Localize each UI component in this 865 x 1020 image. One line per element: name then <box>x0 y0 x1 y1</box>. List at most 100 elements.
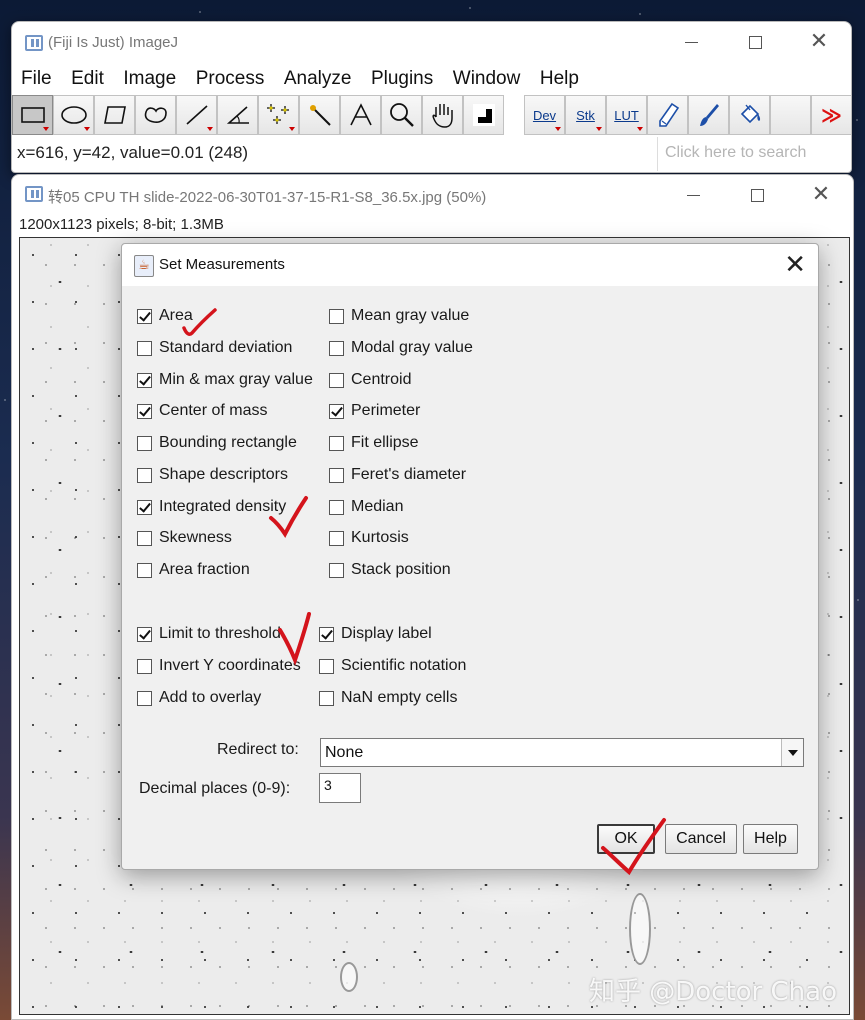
checkbox-min-max-gray[interactable]: Min & max gray value <box>137 370 313 390</box>
search-field[interactable]: Click here to search <box>657 137 851 171</box>
checkbox-box[interactable] <box>137 308 152 324</box>
menu-analyze[interactable]: Analyze <box>284 68 352 90</box>
straight-line-tool[interactable] <box>176 95 217 135</box>
checkbox-median[interactable]: Median <box>329 497 403 517</box>
checkbox-shape-descriptors[interactable]: Shape descriptors <box>137 465 288 485</box>
checkbox-centroid[interactable]: Centroid <box>329 370 411 390</box>
checkbox-box[interactable] <box>329 435 344 451</box>
menu-file[interactable]: File <box>21 68 52 90</box>
checkbox-box[interactable] <box>319 626 334 642</box>
menu-process[interactable]: Process <box>196 68 265 90</box>
set-measurements-dialog: ☕ Set Measurements ✕ Area Standard devia… <box>121 243 819 870</box>
pencil-tool[interactable] <box>647 95 688 135</box>
cancel-button[interactable]: Cancel <box>665 824 737 854</box>
checkbox-limit-to-threshold[interactable]: Limit to threshold <box>137 624 281 644</box>
ok-button[interactable]: OK <box>597 824 655 854</box>
menu-window[interactable]: Window <box>453 68 521 90</box>
minimize-icon <box>686 194 700 196</box>
checkbox-skewness[interactable]: Skewness <box>137 528 232 548</box>
checkbox-box[interactable] <box>137 658 152 674</box>
angle-tool[interactable] <box>217 95 258 135</box>
stk-menu-tool[interactable]: Stk <box>565 95 606 135</box>
checkbox-stack-position[interactable]: Stack position <box>329 560 451 580</box>
checkbox-box[interactable] <box>329 372 344 388</box>
checkbox-area-fraction[interactable]: Area fraction <box>137 560 250 580</box>
maximize-button[interactable] <box>725 175 789 215</box>
checkbox-box[interactable] <box>137 626 152 642</box>
oval-tool[interactable] <box>53 95 94 135</box>
checkbox-center-of-mass[interactable]: Center of mass <box>137 401 267 421</box>
lut-menu-tool[interactable]: LUT <box>606 95 647 135</box>
checkbox-box[interactable] <box>319 658 334 674</box>
minimize-button[interactable] <box>659 22 723 62</box>
checkbox-box[interactable] <box>137 435 152 451</box>
checkbox-box[interactable] <box>137 372 152 388</box>
checkbox-nan-empty-cells[interactable]: NaN empty cells <box>319 688 457 708</box>
checkbox-box[interactable] <box>137 562 152 578</box>
wand-tool[interactable] <box>299 95 340 135</box>
dialog-title-bar[interactable]: ☕ Set Measurements ✕ <box>122 244 818 286</box>
checkbox-kurtosis[interactable]: Kurtosis <box>329 528 409 548</box>
checkbox-area[interactable]: Area <box>137 306 193 326</box>
checkbox-bounding-rectangle[interactable]: Bounding rectangle <box>137 433 297 453</box>
magnifier-tool[interactable] <box>381 95 422 135</box>
checkbox-box[interactable] <box>329 403 344 419</box>
checkbox-scientific-notation[interactable]: Scientific notation <box>319 656 466 676</box>
checkbox-box[interactable] <box>137 530 152 546</box>
checkbox-box[interactable] <box>319 690 334 706</box>
checkbox-ferets-diameter[interactable]: Feret's diameter <box>329 465 466 485</box>
maximize-button[interactable] <box>723 22 787 62</box>
text-tool[interactable] <box>340 95 381 135</box>
color-picker-tool[interactable] <box>463 95 504 135</box>
image-title-bar[interactable]: 转05 CPU TH slide-2022-06-30T01-37-15-R1-… <box>12 175 853 213</box>
wand-tool-icon <box>309 105 331 126</box>
checkbox-box[interactable] <box>329 340 344 356</box>
checkbox-standard-deviation[interactable]: Standard deviation <box>137 338 292 358</box>
empty-tool-slot[interactable] <box>770 95 811 135</box>
menu-plugins[interactable]: Plugins <box>371 68 433 90</box>
menu-bar: File Edit Image Process Analyze Plugins … <box>12 65 598 93</box>
menu-edit[interactable]: Edit <box>71 68 104 90</box>
minimize-button[interactable] <box>661 175 725 215</box>
checkbox-invert-y[interactable]: Invert Y coordinates <box>137 656 301 676</box>
brush-tool[interactable] <box>688 95 729 135</box>
checkbox-fit-ellipse[interactable]: Fit ellipse <box>329 433 419 453</box>
dialog-close-icon[interactable]: ✕ <box>784 250 806 280</box>
chevron-down-icon[interactable] <box>781 739 803 766</box>
minimize-icon <box>684 41 698 43</box>
close-button[interactable]: ✕ <box>789 175 853 215</box>
flood-fill-tool[interactable] <box>729 95 770 135</box>
dev-menu-tool[interactable]: Dev <box>524 95 565 135</box>
checkbox-perimeter[interactable]: Perimeter <box>329 401 420 421</box>
help-button[interactable]: Help <box>743 824 798 854</box>
main-title-bar[interactable]: (Fiji Is Just) ImageJ ✕ <box>12 22 851 62</box>
more-tools-button[interactable]: ≫ <box>811 95 851 135</box>
watermark: 知乎 @Doctor Chao <box>588 977 837 1007</box>
checkbox-box[interactable] <box>329 499 344 515</box>
checkbox-mean-gray[interactable]: Mean gray value <box>329 306 469 326</box>
checkbox-box[interactable] <box>329 467 344 483</box>
polygon-tool[interactable] <box>94 95 135 135</box>
decimal-places-input[interactable]: 3 <box>319 773 361 803</box>
checkbox-box[interactable] <box>329 530 344 546</box>
checkbox-box[interactable] <box>137 340 152 356</box>
hand-tool[interactable] <box>422 95 463 135</box>
checkbox-box[interactable] <box>137 467 152 483</box>
freehand-tool[interactable] <box>135 95 176 135</box>
menu-image[interactable]: Image <box>123 68 176 90</box>
menu-help[interactable]: Help <box>540 68 579 90</box>
checkbox-box[interactable] <box>329 308 344 324</box>
checkbox-integrated-density[interactable]: Integrated density <box>137 497 286 517</box>
close-button[interactable]: ✕ <box>787 22 851 62</box>
checkbox-display-label[interactable]: Display label <box>319 624 432 644</box>
checkbox-box[interactable] <box>137 403 152 419</box>
close-icon: ✕ <box>809 29 829 54</box>
checkbox-box[interactable] <box>137 690 152 706</box>
rectangle-tool[interactable] <box>12 95 53 135</box>
checkbox-modal-gray[interactable]: Modal gray value <box>329 338 473 358</box>
redirect-select[interactable]: None <box>320 738 804 767</box>
multipoint-tool[interactable] <box>258 95 299 135</box>
checkbox-box[interactable] <box>329 562 344 578</box>
checkbox-add-to-overlay[interactable]: Add to overlay <box>137 688 261 708</box>
checkbox-box[interactable] <box>137 499 152 515</box>
